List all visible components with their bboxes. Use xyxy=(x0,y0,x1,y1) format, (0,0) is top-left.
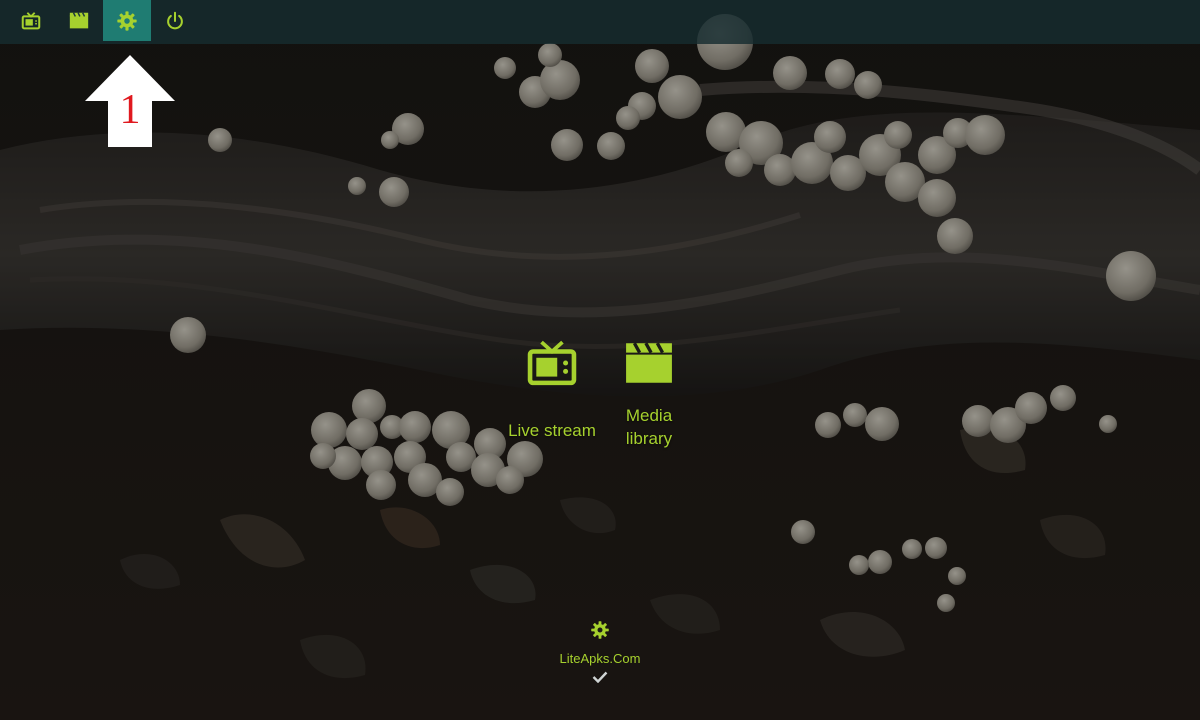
media-library-tile[interactable]: Media library xyxy=(604,342,694,450)
clapperboard-icon xyxy=(624,342,674,390)
annotation-number: 1 xyxy=(119,87,141,133)
tv-icon xyxy=(526,340,578,392)
gear-icon[interactable] xyxy=(590,620,610,645)
tab-power[interactable] xyxy=(151,0,199,41)
clapperboard-icon xyxy=(68,10,90,32)
power-icon xyxy=(164,10,186,32)
tab-live-stream[interactable] xyxy=(7,0,55,41)
checkmark-icon xyxy=(592,671,608,686)
tab-settings[interactable] xyxy=(103,0,151,41)
tv-icon xyxy=(20,10,42,32)
media-library-label: Media library xyxy=(625,406,673,448)
watermark-text: LiteApks.Com xyxy=(559,651,641,666)
tab-media-library[interactable] xyxy=(55,0,103,41)
live-stream-tile[interactable]: Live stream xyxy=(500,340,604,442)
top-navigation-bar xyxy=(0,0,1200,44)
footer: LiteApks.Com xyxy=(500,620,700,686)
gear-icon xyxy=(116,10,138,32)
live-stream-label: Live stream xyxy=(508,421,596,440)
annotation-arrow: 1 xyxy=(84,54,176,148)
